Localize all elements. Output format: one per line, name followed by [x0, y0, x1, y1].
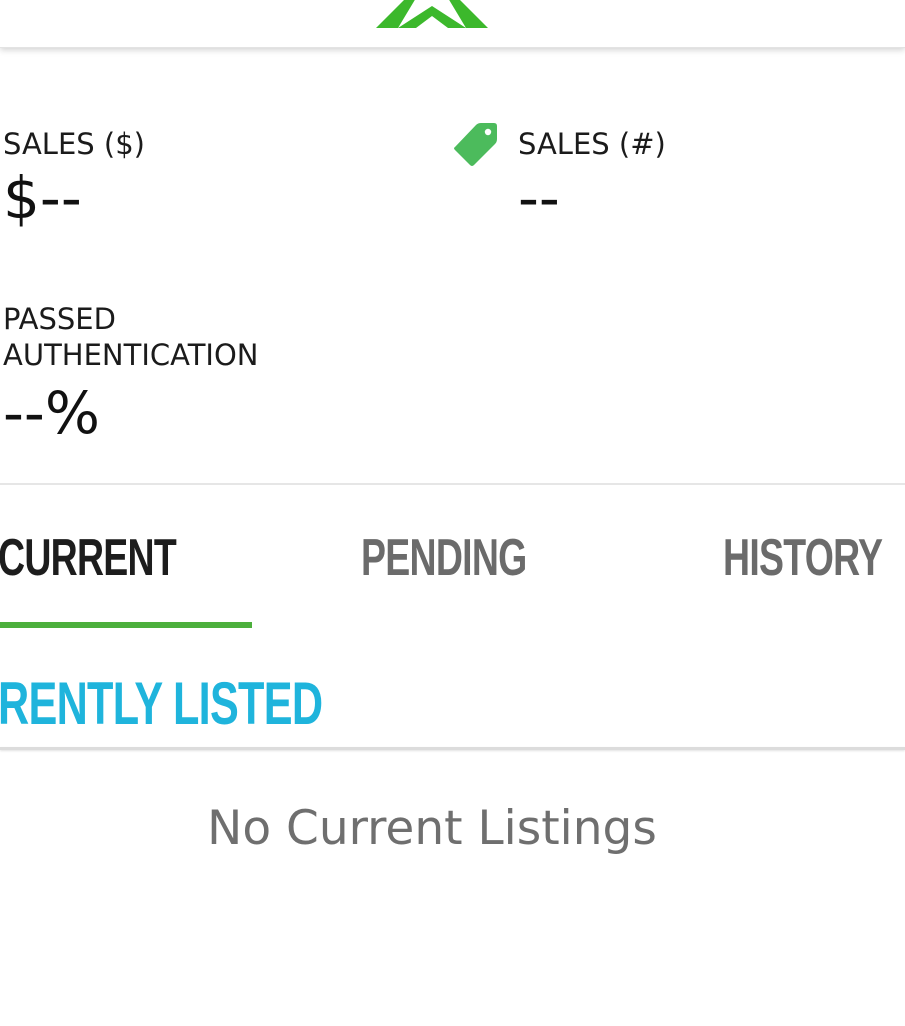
empty-listings-message: No Current Listings — [207, 801, 657, 856]
tab-pending[interactable]: PENDING — [361, 528, 527, 588]
passed-authentication-label-line2: AUTHENTICATION — [3, 338, 259, 372]
brand-logo-icon[interactable] — [376, 0, 488, 28]
active-tab-indicator — [0, 622, 252, 628]
sales-count-stat: SALES (#) -- — [518, 126, 666, 230]
section-divider — [0, 747, 905, 750]
tab-history[interactable]: HISTORY — [723, 528, 883, 588]
tab-current[interactable]: CURRENT — [0, 528, 177, 588]
passed-authentication-label-line1: PASSED — [3, 302, 116, 336]
section-title: RENTLY LISTED — [0, 670, 323, 737]
sales-dollar-value: $-- — [3, 164, 82, 232]
app-header — [0, 0, 905, 48]
stats-divider — [0, 483, 905, 485]
passed-authentication-stat: PASSED AUTHENTICATION --% — [3, 301, 259, 445]
sales-dollar-stat: SALES ($) $-- — [3, 126, 145, 230]
sales-count-value: -- — [518, 164, 560, 232]
sales-count-label: SALES (#) — [518, 127, 666, 161]
passed-authentication-value: --% — [3, 379, 100, 447]
sales-dollar-label: SALES ($) — [3, 127, 145, 161]
tag-icon — [454, 123, 497, 166]
